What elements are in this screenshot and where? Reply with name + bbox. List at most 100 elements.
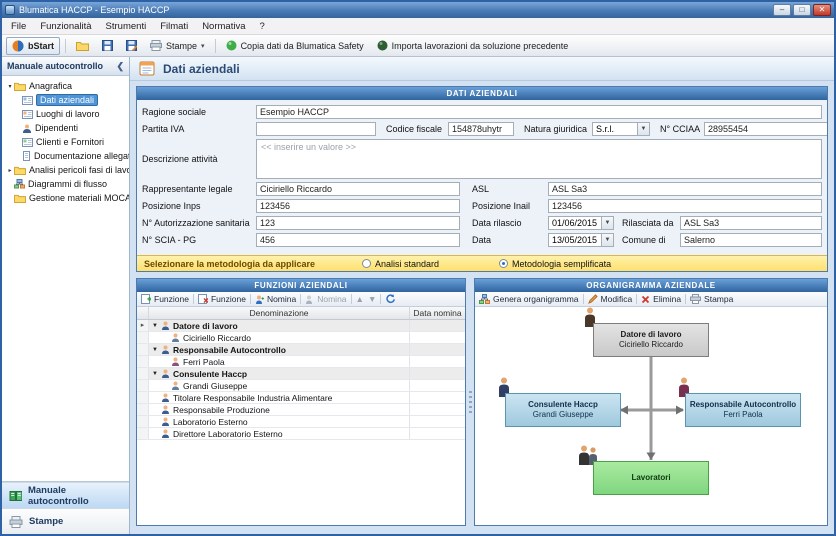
maximize-button[interactable]: □ (793, 4, 811, 16)
table-header: Denominazione Data nomina (137, 307, 465, 320)
codice-fiscale-field[interactable] (448, 122, 514, 136)
dropdown-arrow-icon[interactable]: ▼ (637, 123, 649, 135)
org-node-consulente[interactable]: Consulente Haccp Grandi Giuseppe (505, 393, 621, 427)
menu-file[interactable]: File (4, 19, 33, 34)
tree-item-analisi-pericoli[interactable]: ▸ Analisi pericoli fasi di lavoro (2, 163, 129, 177)
col-data-nomina[interactable]: Data nomina (409, 307, 465, 319)
tree-item-documentazione-allegata[interactable]: Documentazione allegata (2, 149, 129, 163)
col-denominazione[interactable]: Denominazione (149, 307, 409, 319)
dropdown-arrow-icon[interactable]: ▼ (601, 217, 613, 229)
move-down-button[interactable]: ▼ (368, 294, 376, 304)
stampe-button[interactable]: Stampe ▾ (145, 38, 210, 53)
minimize-button[interactable]: – (773, 4, 791, 16)
radio-selected-icon[interactable] (499, 259, 508, 268)
table-row[interactable]: Grandi Giuseppe (137, 380, 465, 392)
collapse-caret-icon[interactable]: ▼ (152, 371, 158, 377)
table-row[interactable]: Direttore Laboratorio Esterno (137, 428, 465, 440)
tree-item-diagrammi-di-flusso[interactable]: Diagrammi di flusso (2, 177, 129, 191)
expand-caret-icon[interactable]: ▸ (6, 167, 14, 174)
modifica-button[interactable]: Modifica (588, 294, 633, 304)
rilasciata-da-field[interactable] (680, 216, 822, 230)
table-row[interactable]: ▼ Responsabile Autocontrollo (137, 344, 465, 356)
radio-metodologia-semplificata[interactable]: Metodologia semplificata (499, 259, 611, 269)
add-funzione-button[interactable]: Funzione (141, 294, 189, 304)
title-bar[interactable]: Blumatica HACCP - Esempio HACCP – □ ✕ (2, 2, 834, 18)
save-button[interactable] (97, 38, 118, 53)
collapse-sidebar-icon[interactable]: ❮ (116, 62, 124, 71)
data-nomina-cell[interactable] (409, 416, 465, 427)
cciaa-field[interactable] (704, 122, 827, 136)
row-selector[interactable]: ▸ (137, 320, 149, 331)
tree-item-dati-aziendali[interactable]: Dati aziendali (2, 93, 129, 107)
tree-item-luoghi-di-lavoro[interactable]: Luoghi di lavoro (2, 107, 129, 121)
ragione-sociale-field[interactable] (256, 105, 822, 119)
panel-splitter[interactable] (466, 278, 474, 526)
genera-organigramma-button[interactable]: Genera organigramma (479, 294, 579, 304)
data-nomina-cell[interactable] (409, 368, 465, 379)
comune-field[interactable] (680, 233, 822, 247)
data-nomina-cell[interactable] (409, 320, 465, 331)
org-node-datore[interactable]: Datore di lavoro Ciciriello Riccardo (593, 323, 709, 357)
radio-icon[interactable] (362, 259, 371, 268)
menu-strumenti[interactable]: Strumenti (99, 19, 154, 34)
table-row[interactable]: Ciciriello Riccardo (137, 332, 465, 344)
data-nomina-cell[interactable] (409, 404, 465, 415)
partita-iva-field[interactable] (256, 122, 376, 136)
menu-help[interactable]: ? (252, 19, 271, 34)
nav-manuale-autocontrollo[interactable]: Manuale autocontrollo (2, 482, 129, 508)
descrizione-field[interactable] (256, 139, 822, 179)
dropdown-arrow-icon[interactable]: ▼ (601, 234, 613, 246)
collapse-caret-icon[interactable]: ▼ (152, 323, 158, 329)
menu-funzionalita[interactable]: Funzionalità (33, 19, 98, 34)
tree-item-gestione-materiali-moca[interactable]: Gestione materiali MOCA (2, 191, 129, 205)
delete-nomina-button[interactable]: Nomina (305, 294, 346, 304)
refresh-button[interactable] (385, 294, 395, 304)
data-rilascio-picker[interactable]: 01/06/2015 ▼ (548, 216, 614, 230)
posizione-inps-field[interactable] (256, 199, 460, 213)
data-nomina-cell[interactable] (409, 356, 465, 367)
table-row[interactable]: Titolare Responsabile Industria Alimenta… (137, 392, 465, 404)
org-node-lavoratori[interactable]: Lavoratori (593, 461, 709, 495)
table-row[interactable]: Ferri Paola (137, 356, 465, 368)
data-label: Data (472, 235, 548, 245)
rappresentante-field[interactable] (256, 182, 460, 196)
tree-item-clienti-fornitori[interactable]: Clienti e Fornitori (2, 135, 129, 149)
elimina-button[interactable]: Elimina (641, 294, 681, 304)
menu-filmati[interactable]: Filmati (153, 19, 195, 34)
table-row[interactable]: Responsabile Produzione (137, 404, 465, 416)
asl-field[interactable] (548, 182, 822, 196)
natura-giuridica-select[interactable]: S.r.l. ▼ (592, 122, 650, 136)
org-node-responsabile[interactable]: Responsabile Autocontrollo Ferri Paola (685, 393, 801, 427)
table-row[interactable]: ▼ Consulente Haccp (137, 368, 465, 380)
data-nomina-cell[interactable] (409, 344, 465, 355)
data-nomina-cell[interactable] (409, 380, 465, 391)
radio-analisi-standard[interactable]: Analisi standard (362, 259, 439, 269)
tree-item-anagrafica[interactable]: ▾ Anagrafica (2, 79, 129, 93)
add-nomina-button[interactable]: Nomina (255, 294, 296, 304)
menu-normativa[interactable]: Normativa (195, 19, 252, 34)
table-row[interactable]: ▸ ▼ Datore di lavoro (137, 320, 465, 332)
bstart-button[interactable]: bStart (6, 37, 60, 55)
data-nomina-cell[interactable] (409, 332, 465, 343)
autorizzazione-field[interactable] (256, 216, 460, 230)
stampa-button[interactable]: Stampa (690, 294, 733, 304)
collapse-caret-icon[interactable]: ▼ (152, 347, 158, 353)
copia-safety-button[interactable]: Copia dati da Blumatica Safety (221, 38, 369, 53)
data-nomina-cell[interactable] (409, 428, 465, 439)
expand-caret-icon[interactable]: ▾ (6, 83, 14, 90)
autorizzazione-label: N° Autorizzazione sanitaria (142, 218, 256, 228)
save-as-button[interactable] (121, 38, 142, 53)
table-row[interactable]: Laboratorio Esterno (137, 416, 465, 428)
move-up-button[interactable]: ▲ (356, 294, 364, 304)
importa-lavorazioni-button[interactable]: Importa lavorazioni da soluzione precede… (372, 38, 574, 53)
scia-field[interactable] (256, 233, 460, 247)
data-picker[interactable]: 13/05/2015 ▼ (548, 233, 614, 247)
open-button[interactable] (71, 38, 94, 53)
posizione-inail-field[interactable] (548, 199, 822, 213)
tree-item-dipendenti[interactable]: Dipendenti (2, 121, 129, 135)
nav-stampe[interactable]: Stampe (2, 508, 129, 534)
org-chart[interactable]: Datore di lavoro Ciciriello Riccardo Con… (475, 307, 827, 525)
delete-funzione-button[interactable]: Funzione (198, 294, 246, 304)
data-nomina-cell[interactable] (409, 392, 465, 403)
close-button[interactable]: ✕ (813, 4, 831, 16)
